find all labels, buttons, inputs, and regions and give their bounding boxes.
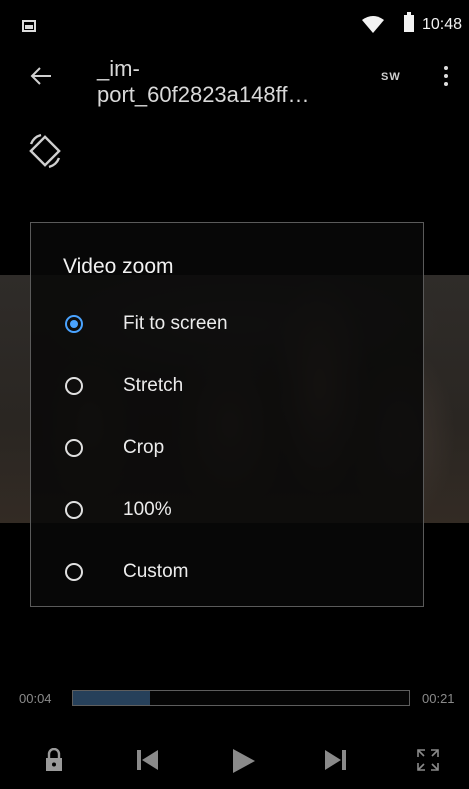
zoom-option-100-percent[interactable]: 100% (31, 479, 423, 541)
video-title: _im- port_60f2823a148ff… (97, 56, 310, 107)
option-label: Custom (123, 561, 189, 582)
status-bar: 10:48 (0, 0, 469, 50)
option-label: Crop (123, 437, 165, 458)
radio-unchecked-icon[interactable] (65, 439, 83, 457)
dialog-title: Video zoom (63, 255, 174, 278)
total-time: 00:21 (422, 691, 455, 706)
play-icon[interactable] (232, 748, 256, 774)
radio-checked-icon[interactable] (65, 315, 83, 333)
option-label: 100% (123, 499, 172, 520)
option-label: Stretch (123, 375, 184, 396)
skip-next-icon[interactable] (324, 748, 346, 772)
seek-bar-progress (73, 691, 151, 705)
fullscreen-icon[interactable] (416, 748, 440, 772)
seek-bar[interactable] (72, 690, 410, 706)
radio-unchecked-icon[interactable] (65, 377, 83, 395)
zoom-option-custom[interactable]: Custom (31, 541, 423, 603)
status-time: 10:48 (422, 16, 463, 33)
option-label: Fit to screen (123, 313, 228, 334)
video-zoom-dialog: Video zoom Fit to screen Stretch Crop 10… (30, 222, 424, 607)
battery-icon (404, 12, 414, 32)
screen-rotation-icon[interactable] (27, 132, 63, 170)
radio-unchecked-icon[interactable] (65, 501, 83, 519)
subtitle-badge[interactable]: SW (381, 71, 401, 83)
skip-previous-icon[interactable] (137, 748, 159, 772)
current-time: 00:04 (19, 691, 52, 706)
zoom-option-crop[interactable]: Crop (31, 417, 423, 479)
zoom-options-list: Fit to screen Stretch Crop 100% Custom (31, 293, 423, 603)
zoom-option-fit-to-screen[interactable]: Fit to screen (31, 293, 423, 355)
zoom-option-stretch[interactable]: Stretch (31, 355, 423, 417)
lock-icon[interactable] (44, 748, 64, 772)
image-notification-icon (22, 20, 36, 32)
arrow-left-icon[interactable] (30, 66, 52, 86)
more-vertical-icon[interactable] (444, 66, 448, 90)
radio-unchecked-icon[interactable] (65, 563, 83, 581)
wifi-icon (362, 16, 384, 33)
